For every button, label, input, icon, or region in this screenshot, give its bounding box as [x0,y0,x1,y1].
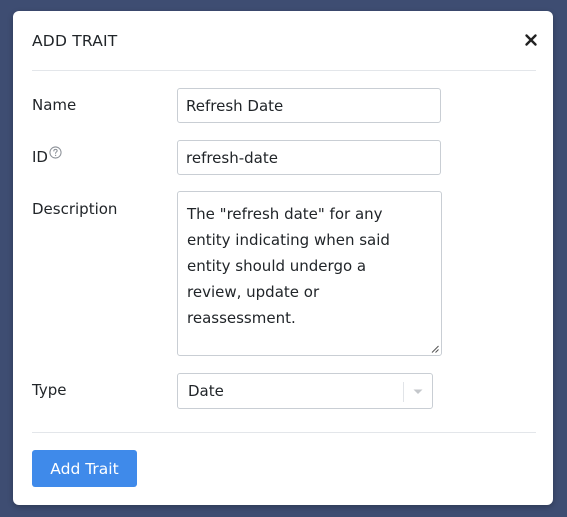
close-icon[interactable] [521,30,541,50]
add-trait-dialog: ADD TRAIT Name ID Description The "refre… [13,11,553,505]
resize-handle-icon[interactable] [431,345,439,353]
description-line: reassessment. [187,309,296,327]
description-line: entity should undergo a [187,257,367,275]
description-line: review, update or [187,283,320,301]
footer-divider [32,432,536,433]
type-select[interactable]: Date [177,373,433,409]
description-textarea[interactable]: The "refresh date" for any entity indica… [177,191,442,356]
name-label: Name [32,96,77,114]
description-line: entity indicating when said [187,231,390,249]
add-trait-button[interactable]: Add Trait [32,450,137,487]
id-label: ID [32,146,62,166]
description-line: The "refresh date" for any [187,205,383,223]
chevron-down-icon[interactable] [412,388,424,396]
header-divider [32,70,536,71]
id-input[interactable] [177,140,441,175]
select-separator [403,382,404,402]
dialog-title: ADD TRAIT [32,32,118,50]
name-input[interactable] [177,88,441,123]
type-select-value: Date [188,382,224,400]
id-label-text: ID [32,148,48,166]
type-label: Type [32,381,67,399]
description-label: Description [32,200,118,218]
question-circle-icon[interactable] [49,146,62,159]
